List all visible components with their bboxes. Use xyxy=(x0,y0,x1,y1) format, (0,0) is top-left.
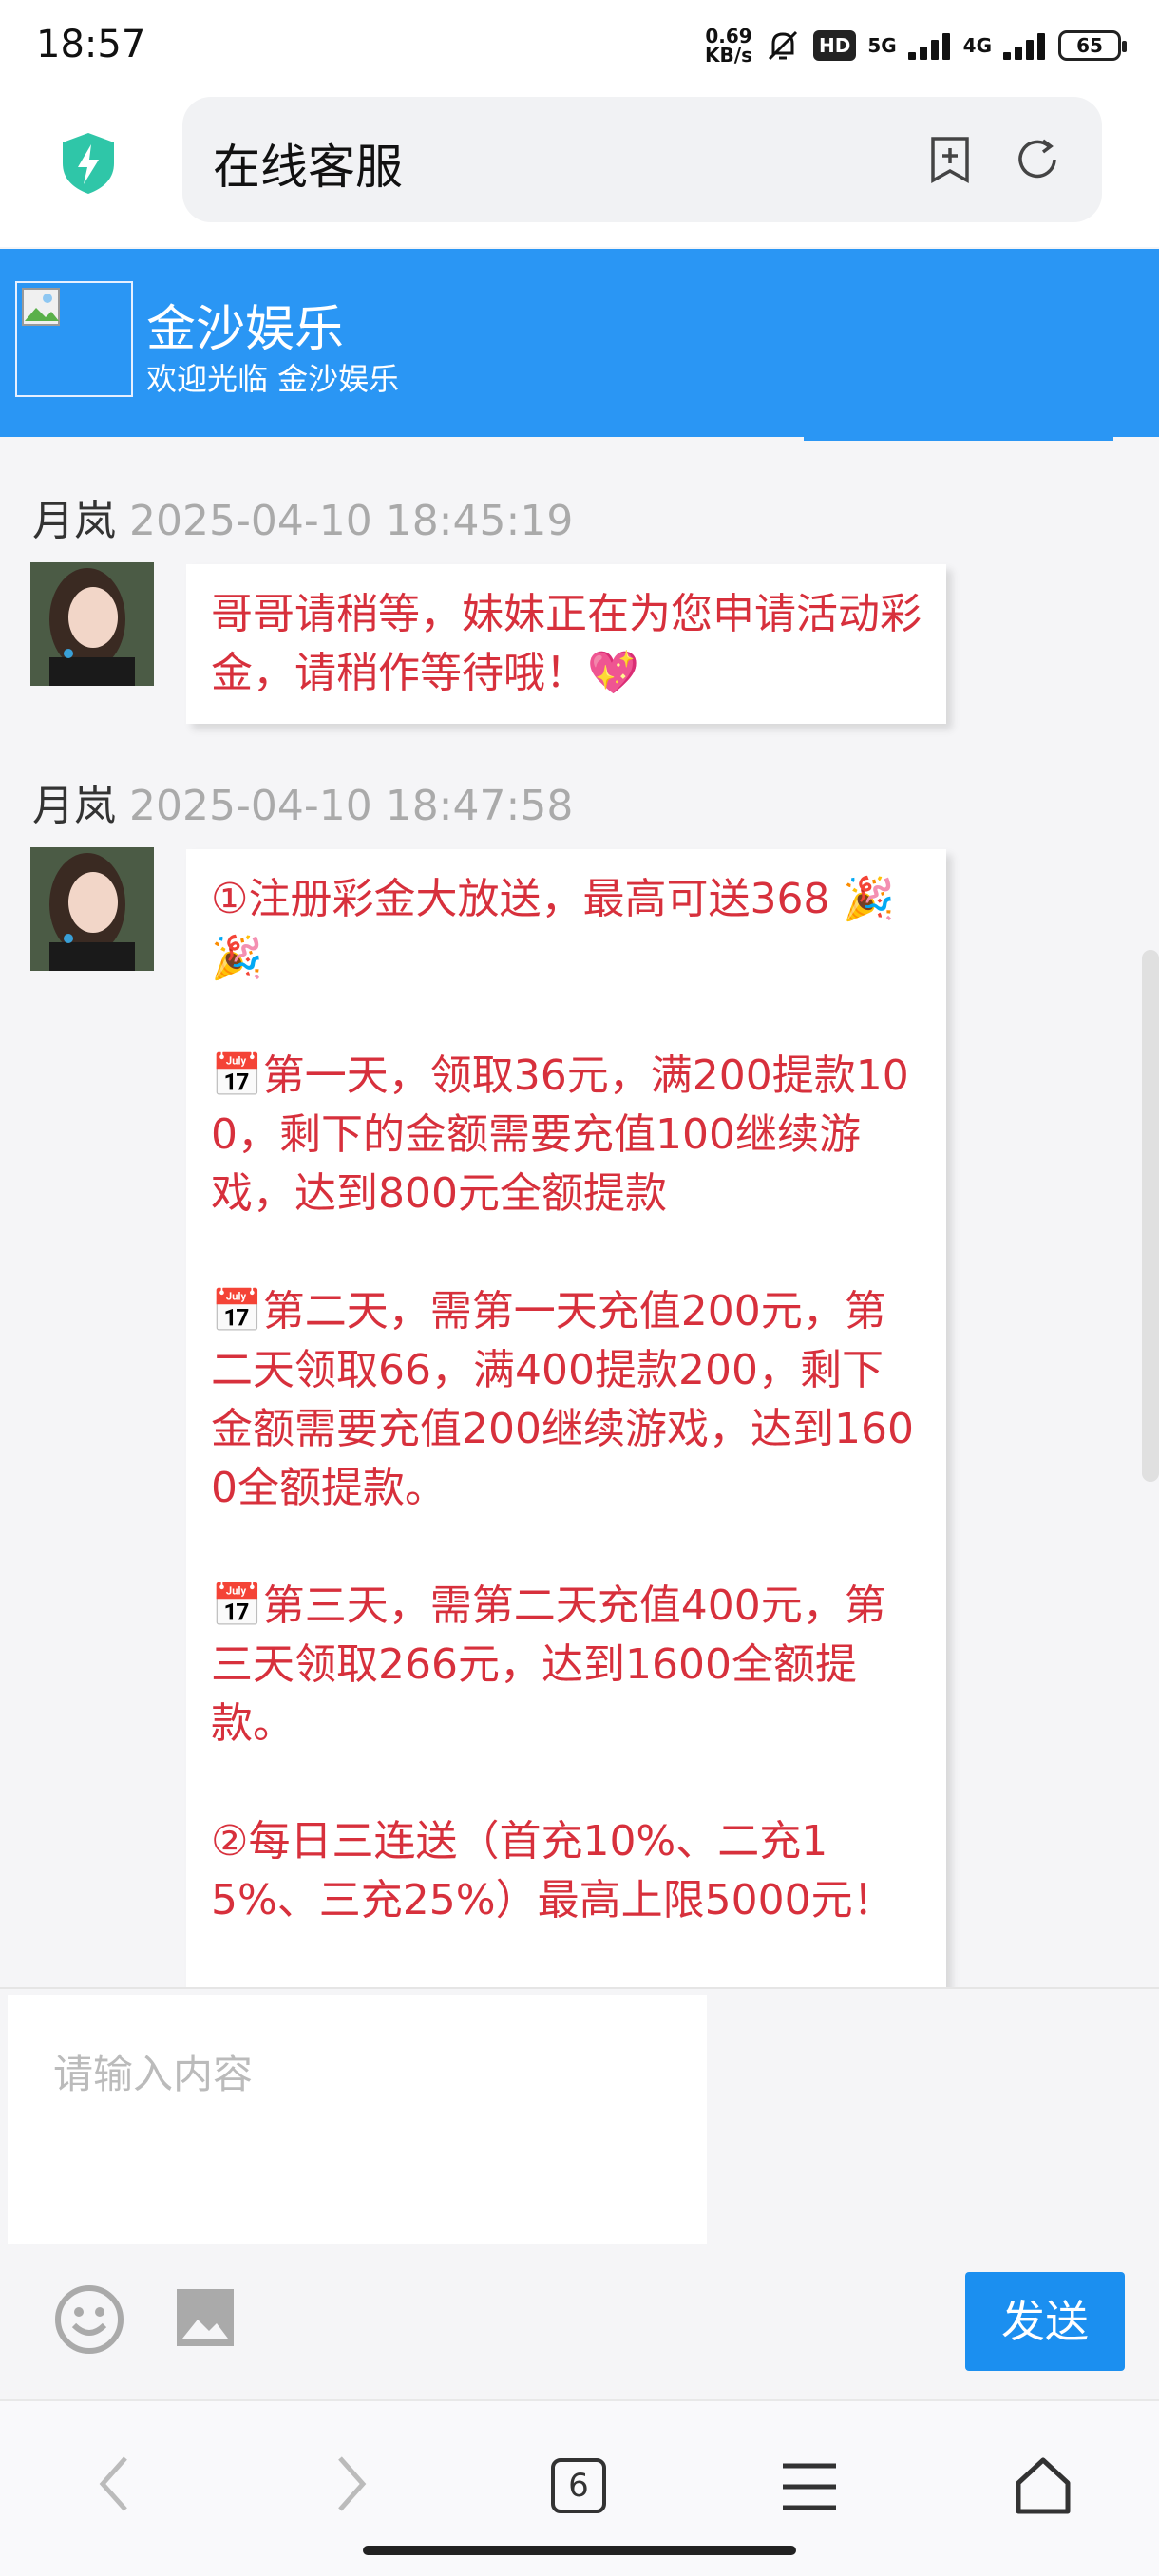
signal-4g-label: 4G xyxy=(962,34,992,57)
menu-icon[interactable] xyxy=(781,2462,838,2511)
status-icons: 0.69 KB/s HD 5G 4G 65 xyxy=(705,27,1127,65)
address-bar[interactable]: 在线客服 xyxy=(182,97,1102,222)
message-input-placeholder: 请输入内容 xyxy=(53,2051,254,2097)
battery-icon: 65 xyxy=(1058,30,1127,61)
status-bar: 18:57 0.69 KB/s HD 5G 4G 65 xyxy=(0,0,1159,95)
net-speed-value: 0.69 xyxy=(705,25,752,47)
message-input[interactable]: 请输入内容 xyxy=(8,1995,707,2244)
scrollbar[interactable] xyxy=(1142,950,1159,1482)
tabs-button[interactable]: 6 xyxy=(551,2458,606,2513)
sender-name: 月岚 xyxy=(32,497,116,545)
broken-logo-image xyxy=(15,281,133,397)
chat-header: 金沙娱乐 欢迎光临 金沙娱乐 xyxy=(0,249,1159,441)
message-timestamp: 2025-04-10 18:45:19 xyxy=(129,497,574,545)
back-icon[interactable] xyxy=(91,2451,139,2517)
message-meta: 月岚 2025-04-10 18:45:19 xyxy=(32,486,573,547)
agent-avatar[interactable] xyxy=(30,847,154,971)
avatar-photo xyxy=(30,562,154,686)
message-meta: 月岚 2025-04-10 18:47:58 xyxy=(32,771,573,832)
chat-subtitle: 欢迎光临 金沙娱乐 xyxy=(146,361,400,397)
signal-5g-bars-icon xyxy=(907,31,952,60)
image-upload-icon[interactable] xyxy=(175,2287,236,2348)
composer: 请输入内容 发送 xyxy=(0,1987,1159,2399)
browser-toolbar: 在线客服 xyxy=(0,95,1159,247)
message-bubble: 哥哥请稍等，妹妹正在为您申请活动彩金，请稍作等待哦！💖 xyxy=(186,564,946,724)
message-timestamp: 2025-04-10 18:47:58 xyxy=(129,782,574,830)
hd-badge: HD xyxy=(812,30,857,61)
emoji-icon[interactable] xyxy=(53,2283,125,2356)
sender-name: 月岚 xyxy=(32,782,116,830)
status-time: 18:57 xyxy=(36,23,146,66)
mute-bell-icon xyxy=(768,30,798,61)
message-text: ①注册彩金大放送，最高可送368 🎉🎉 📅第一天，领取36元，满200提款100… xyxy=(211,875,914,1924)
send-button[interactable]: 发送 xyxy=(965,2272,1125,2371)
home-icon[interactable] xyxy=(1013,2454,1074,2515)
header-divider xyxy=(804,437,1113,441)
page-title: 在线客服 xyxy=(213,140,403,195)
home-indicator[interactable] xyxy=(363,2546,796,2555)
message-bubble: ①注册彩金大放送，最高可送368 🎉🎉 📅第一天，领取36元，满200提款100… xyxy=(186,849,946,1989)
net-speed: 0.69 KB/s xyxy=(705,27,752,65)
signal-4g-bars-icon xyxy=(1003,31,1047,60)
avatar-photo xyxy=(30,847,154,971)
refresh-icon[interactable] xyxy=(1013,135,1062,184)
signal-5g-label: 5G xyxy=(867,34,897,57)
chat-title: 金沙娱乐 xyxy=(146,301,345,358)
security-shield-icon[interactable] xyxy=(59,131,118,196)
net-speed-unit: KB/s xyxy=(705,44,752,66)
message-text: 哥哥请稍等，妹妹正在为您申请活动彩金，请稍作等待哦！💖 xyxy=(211,590,922,697)
broken-image-icon xyxy=(22,288,60,326)
agent-avatar[interactable] xyxy=(30,562,154,686)
bookmark-add-icon[interactable] xyxy=(925,135,975,184)
forward-icon[interactable] xyxy=(327,2451,374,2517)
